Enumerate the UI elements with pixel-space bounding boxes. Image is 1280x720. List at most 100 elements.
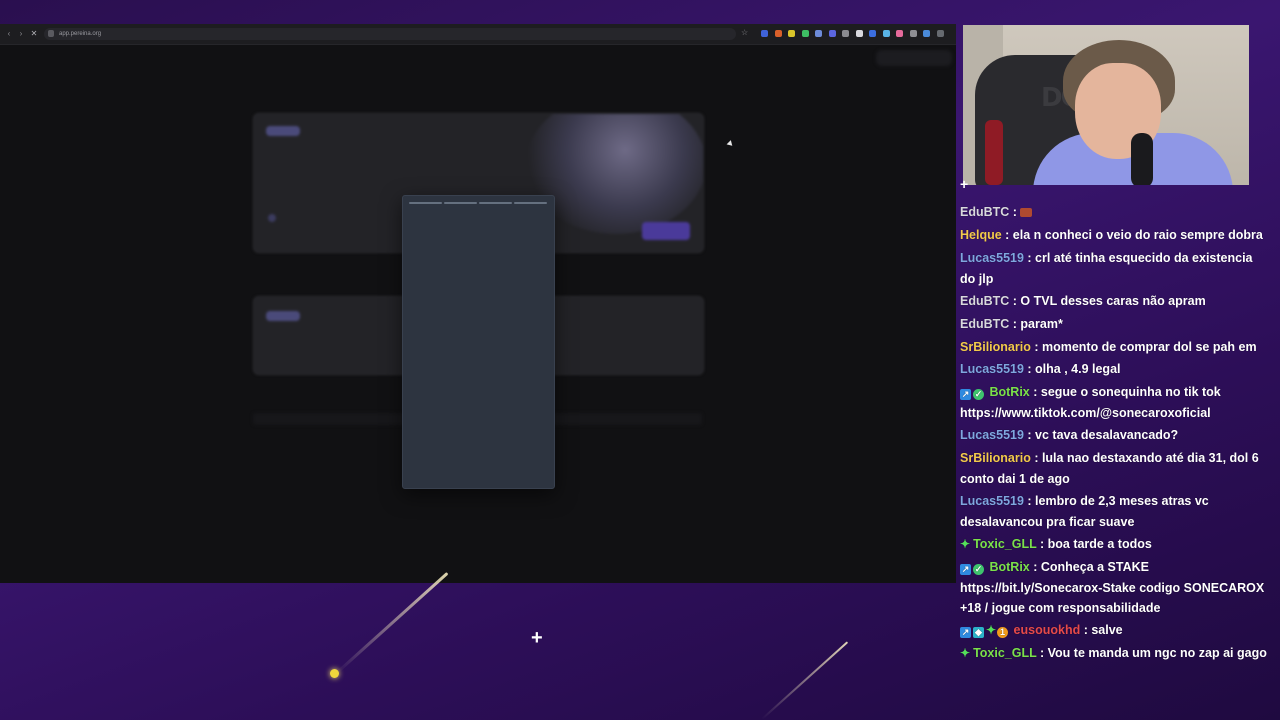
modal-tab[interactable] [479,202,512,204]
chat-text: +18 / jogue com responsabilidade [960,601,1161,615]
chat-message: Lucas5519 : lembro de 2,3 meses atras vc… [960,494,1209,529]
extension-icon[interactable] [869,30,876,37]
chat-username: Lucas5519 [960,428,1024,442]
extension-icon[interactable] [896,30,903,37]
webcam-feed: DOO [963,25,1249,185]
chat-text: conto dai 1 de ago [960,471,1070,486]
chat-text: crl até tinha esquecido da existencia [1035,251,1253,265]
chat-link[interactable]: https://www.tiktok.com/@sonecaroxoficial [960,406,1211,420]
modal-tab[interactable] [514,202,547,204]
sparkle-badge-icon: ✦ [960,646,971,660]
chat-username: Toxic_GLL [973,537,1037,551]
chat-text: param* [1020,317,1063,331]
extension-icon[interactable] [788,30,795,37]
chat-message: ✦ Toxic_GLL : Vou te manda um ngc no zap … [960,646,1267,660]
chat-username: EduBTC [960,317,1010,331]
gem-badge-icon: ◆ [973,627,984,638]
chat-text: vc tava desalavancado? [1035,428,1179,442]
plus-icon: + [960,176,969,192]
chat-message: ↗ ✓ BotRix : Conheça a STAKE https://bit.… [960,560,1265,615]
chat-link[interactable]: https://bit.ly/Sonecarox-Stake codigo SO… [960,581,1264,595]
extension-icon[interactable] [774,30,782,37]
chat-username: SrBilionario [960,451,1031,465]
star-icon [330,669,339,678]
arrow-left-icon[interactable]: ‹ [4,29,14,39]
arrow-right-icon[interactable]: › [16,29,26,39]
extension-icon[interactable] [923,30,930,37]
chat-username: Lucas5519 [960,494,1024,508]
action-button[interactable] [642,222,690,240]
site-info-icon[interactable] [48,30,54,37]
chat-username: SrBilionario [960,340,1031,354]
chat-text: Conheça a STAKE [1040,560,1149,574]
brick-emote-icon [1020,208,1033,217]
close-icon[interactable]: ✕ [29,29,39,39]
chat-username: BotRix [989,385,1030,399]
chat-message: Helque : ela n conheci o veio do raio se… [960,228,1263,242]
card-title [266,126,300,136]
chat-message: ↗ ✓ BotRix : segue o sonequinha no tik to… [960,385,1221,420]
extension-icon[interactable] [761,30,768,37]
chat-message: SrBilionario : momento de comprar dol se… [960,340,1257,354]
chat-username: BotRix [989,560,1030,574]
verified-badge-icon: ✓ [973,389,984,400]
modal-tab[interactable] [444,202,477,204]
modal-dialog[interactable] [402,195,555,489]
verified-badge-icon: ✓ [973,564,984,575]
extension-icon[interactable] [842,30,849,37]
chat-text: olha , 4.9 legal [1035,362,1121,376]
bot-badge-icon: ↗ [960,627,971,638]
modal-tab[interactable] [409,202,442,204]
connect-button[interactable] [876,50,952,66]
sparkle-badge-icon: ✦ [960,537,971,551]
address-bar[interactable]: app.pereina.org [44,28,736,40]
chat-message: Lucas5519 : vc tava desalavancado? [960,428,1179,442]
shooting-star [334,572,449,675]
chat-username: EduBTC [960,294,1010,308]
chat-username: Lucas5519 [960,251,1024,265]
chat-text: ela n conheci o veio do raio sempre dobr… [1012,228,1263,242]
extension-icon[interactable] [815,30,822,37]
chat-username: Toxic_GLL [973,646,1037,660]
chat-message: EduBTC : [960,202,1278,223]
chat-text: segue o sonequinha no tik tok [1040,385,1221,399]
stream-layout: ‹ › ✕ app.pereina.org ☆ EduBTC: Helque … [0,0,1280,720]
chat-text: do jlp [960,271,994,286]
chat-panel: EduBTC : Helque : ela n conheci o veio d… [960,200,1280,670]
extension-icon[interactable] [828,30,836,37]
chat-text: salve [1091,623,1123,637]
extension-icon[interactable] [882,30,890,37]
extension-icon[interactable] [855,30,863,37]
extension-icon[interactable] [801,30,809,37]
chat-username: Helque [960,228,1002,242]
chat-message: EduBTC : O TVL desses caras não apram [960,294,1206,308]
plus-icon: + [531,627,543,649]
chat-text: boa tarde a todos [1047,537,1152,551]
chat-text: lula nao destaxando até dia 31, dol 6 [1041,451,1259,465]
browser-window: ‹ › ✕ app.pereina.org ☆ [0,24,956,583]
chat-text: desalavancou pra ficar suave [960,514,1135,529]
chat-text: Vou te manda um ngc no zap ai gago [1047,646,1267,660]
card-title [266,311,300,321]
chat-username: eusouokhd [1013,623,1081,637]
number-badge-icon: 1 [997,627,1009,638]
chat-message: Lucas5519 : olha , 4.9 legal [960,362,1121,376]
chat-message: Lucas5519 : crl até tinha esquecido da e… [960,251,1253,286]
chat-message: ↗ ◆ ✦ 1 eusouokhd : salve [960,623,1123,638]
bot-badge-icon: ↗ [960,389,971,400]
extension-icon[interactable] [936,30,944,37]
chat-message: SrBilionario : lula nao destaxando até d… [960,451,1259,486]
extension-icon[interactable] [909,30,917,37]
microphone-icon [1131,133,1153,185]
chat-username: EduBTC [960,205,1010,219]
chat-text: lembro de 2,3 meses atras vc [1035,494,1209,508]
chat-text: O TVL desses caras não apram [1020,294,1206,308]
chat-username: Lucas5519 [960,362,1024,376]
chat-message: ✦ Toxic_GLL : boa tarde a todos [960,537,1152,551]
star-icon[interactable]: ☆ [741,28,748,37]
sparkle-badge-icon: ✦ [986,623,997,637]
token-icon [268,214,276,222]
web-page [0,45,956,583]
browser-toolbar: ‹ › ✕ app.pereina.org ☆ [0,24,956,45]
chat-text: momento de comprar dol se pah em [1041,340,1257,354]
